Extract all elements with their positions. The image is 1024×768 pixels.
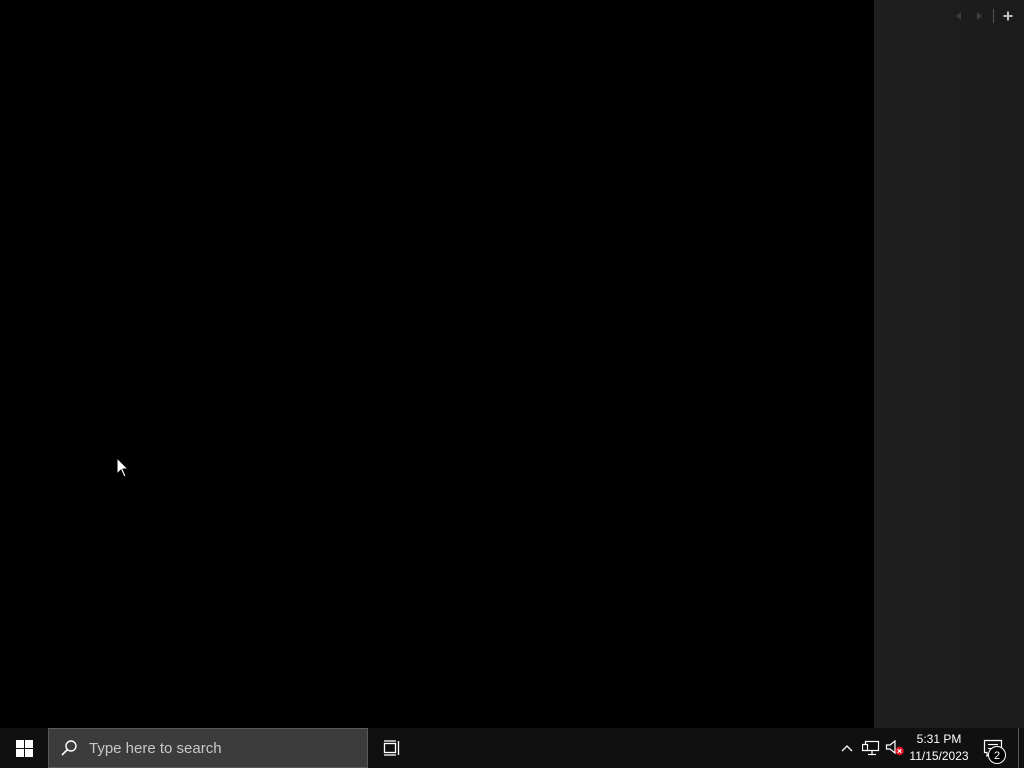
panel-controls — [949, 6, 1018, 26]
task-view-button[interactable] — [370, 728, 414, 768]
search-placeholder: Type here to search — [89, 739, 222, 757]
search-box[interactable]: Type here to search — [48, 728, 368, 768]
arrow-left-icon — [956, 12, 961, 20]
volume-muted-icon — [885, 739, 904, 756]
arrow-right-icon — [977, 12, 982, 20]
mouse-cursor-icon — [116, 457, 130, 478]
chevron-up-icon — [841, 745, 853, 752]
network-icon — [862, 740, 880, 756]
notification-count-badge: 2 — [988, 746, 1006, 764]
show-desktop-button[interactable] — [1018, 728, 1024, 768]
start-button[interactable] — [0, 728, 48, 768]
clock-time: 5:31 PM — [916, 732, 962, 746]
windows-logo-icon — [15, 739, 33, 757]
clock-button[interactable]: 5:31 PM 11/15/2023 — [906, 728, 972, 768]
network-button[interactable] — [860, 728, 882, 768]
tray-overflow-button[interactable] — [836, 728, 858, 768]
plus-icon — [1003, 11, 1013, 21]
next-button[interactable] — [969, 6, 989, 26]
taskbar: Type here to search 5:31 PM 11/15/2023 2 — [0, 728, 1024, 768]
magnifier-icon — [59, 738, 79, 758]
desktop[interactable] — [0, 0, 1024, 728]
side-panel — [874, 0, 1024, 728]
panel-separator — [993, 9, 994, 23]
add-button[interactable] — [998, 6, 1018, 26]
previous-button[interactable] — [949, 6, 969, 26]
clock-date: 11/15/2023 — [909, 749, 969, 763]
task-view-icon — [383, 740, 400, 756]
volume-button[interactable] — [884, 728, 906, 768]
